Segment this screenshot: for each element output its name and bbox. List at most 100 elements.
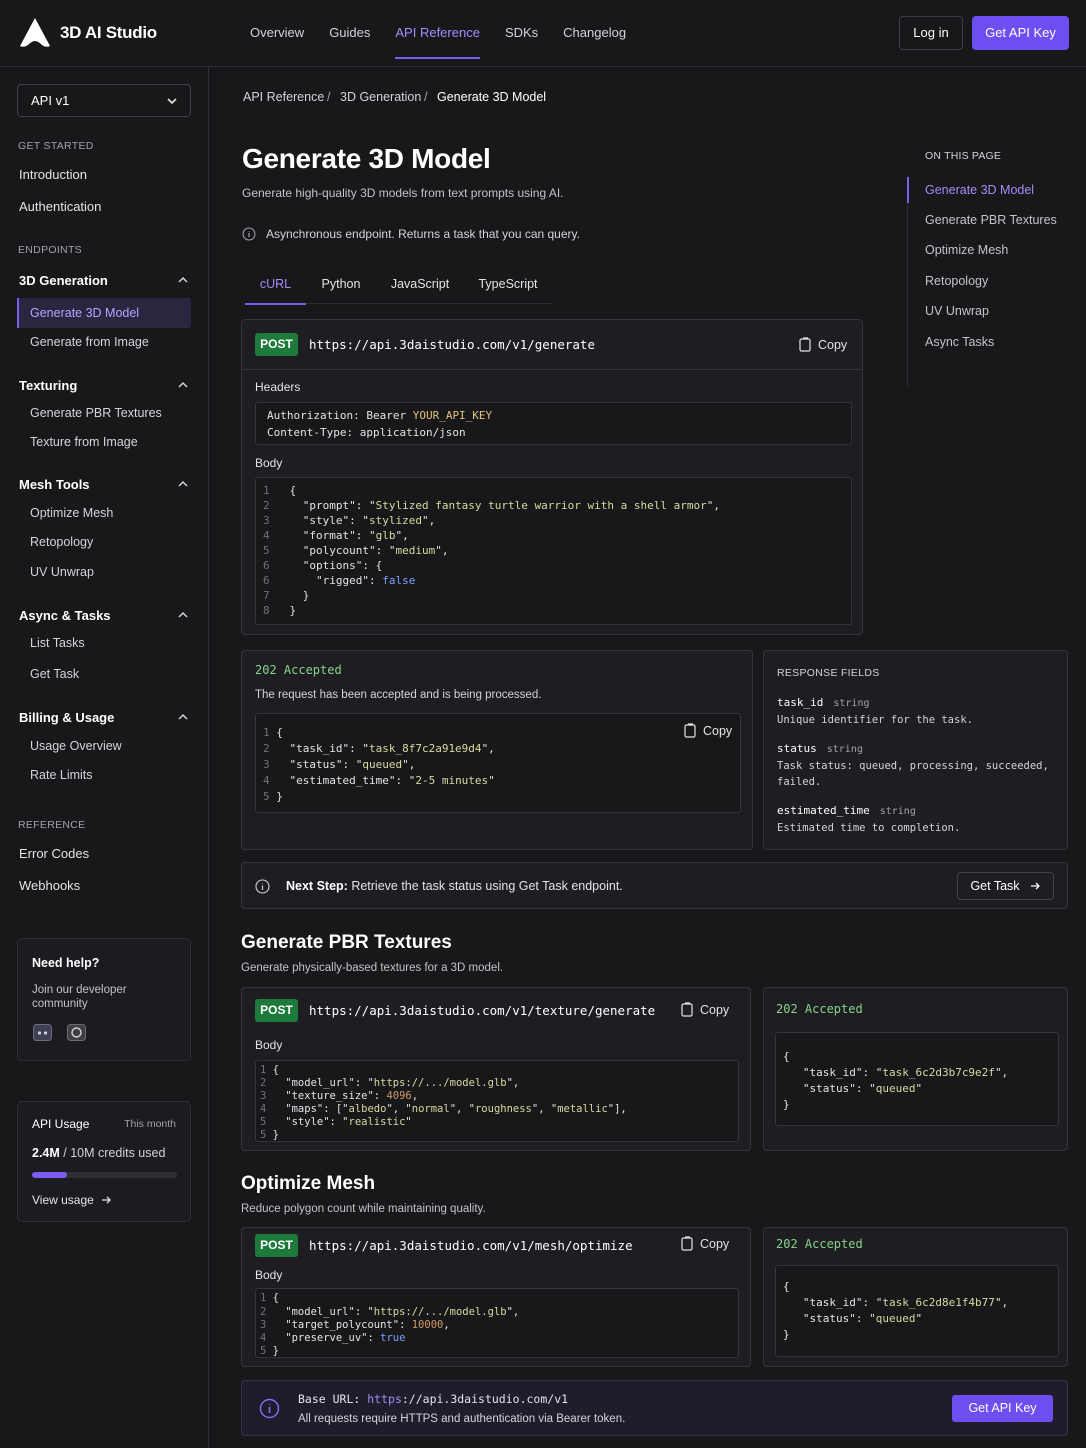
code-line: 5 } [263, 790, 283, 803]
nav-sdks[interactable]: SDKs [505, 0, 538, 67]
nav-guides[interactable]: Guides [329, 0, 370, 67]
tab-python[interactable]: Python [306, 264, 376, 304]
code-line: 4 "format": "glb", [263, 529, 409, 542]
sidebar-item-generate-from-image[interactable]: Generate from Image [30, 335, 149, 349]
copy-label: Copy [818, 337, 848, 352]
toc-item-retopology[interactable]: Retopology [925, 274, 988, 288]
code-line: 1 { [260, 1064, 279, 1076]
code-line: 5 "polycount": "medium", [263, 544, 449, 557]
group-label: Texturing [19, 378, 78, 393]
headers-label: Headers [255, 380, 301, 394]
info-icon [259, 1398, 280, 1419]
texture-size-value: 4096 [386, 1090, 412, 1102]
code-line: "task_id": "task_6c2d8e1f4b77", [783, 1296, 1009, 1309]
preserve-uv-value: true [380, 1332, 406, 1344]
field-name: status [777, 742, 817, 755]
sidebar-item-get-task[interactable]: Get Task [30, 667, 79, 681]
login-button[interactable]: Log in [899, 16, 963, 50]
sidebar-item-retopology[interactable]: Retopology [30, 535, 93, 549]
response-fields-title: RESPONSE FIELDS [777, 667, 880, 679]
sidebar-group-3d-generation[interactable]: 3D Generation [19, 273, 191, 288]
field-status: status string Task status: queued, proces… [777, 741, 1062, 790]
request-url: https://api.3daistudio.com/v1/generate [309, 337, 595, 352]
tab-curl[interactable]: cURL [245, 264, 306, 305]
polycount-value: medium [395, 544, 436, 557]
nav-changelog[interactable]: Changelog [563, 0, 626, 67]
tab-typescript[interactable]: TypeScript [464, 264, 552, 304]
response-message: The request has been accepted and is bei… [255, 689, 542, 701]
sidebar-group-mesh-tools[interactable]: Mesh Tools [19, 477, 191, 492]
header-authorization: Authorization: Bearer YOUR_API_KEY [267, 409, 492, 422]
body-label: Body [255, 1268, 283, 1282]
body-label: Body [255, 456, 283, 470]
get-api-key-button[interactable]: Get API Key [972, 16, 1069, 50]
copy-button[interactable]: Copy [684, 723, 732, 738]
code-line: } [783, 1328, 790, 1341]
sidebar-item-introduction[interactable]: Introduction [19, 167, 87, 182]
code-line: 3 "status": "queued", [263, 758, 416, 771]
tab-javascript[interactable]: JavaScript [376, 264, 464, 304]
sidebar-item-list-tasks[interactable]: List Tasks [30, 636, 85, 650]
toc-rail [907, 176, 908, 386]
response-panel: 202 Accepted The request has been accept… [241, 650, 753, 850]
breadcrumb-separator: / [424, 90, 428, 104]
code-line: "task_id": "task_6c2d3b7c9e2f", [783, 1066, 1009, 1079]
map-value: normal [411, 1103, 450, 1115]
sidebar-item-generate-3d-model[interactable]: Generate 3D Model [17, 298, 191, 328]
base-url-value[interactable]: https://api.3daistudio.com/v1 [367, 1392, 568, 1406]
logo-icon [20, 18, 50, 47]
usage-title: API Usage [32, 1117, 90, 1131]
style-value: realistic [348, 1116, 406, 1128]
copy-button[interactable]: Copy [799, 337, 847, 352]
toc-active-indicator [907, 177, 909, 203]
toc-item-optimize-mesh[interactable]: Optimize Mesh [925, 243, 1008, 257]
sidebar-group-billing-usage[interactable]: Billing & Usage [19, 710, 191, 725]
base-url-line: Base URL: https://api.3daistudio.com/v1 [298, 1392, 568, 1406]
version-select[interactable]: API v1 [17, 84, 191, 117]
sidebar-item-authentication[interactable]: Authentication [19, 199, 101, 214]
sidebar-item-optimize-mesh[interactable]: Optimize Mesh [30, 506, 113, 520]
pbr-response-status: 202 Accepted [776, 1002, 863, 1016]
optimize-title: Optimize Mesh [241, 1173, 376, 1194]
copy-button[interactable]: Copy [681, 1002, 729, 1017]
code-line: "status": "queued" [783, 1082, 923, 1095]
nav-overview[interactable]: Overview [250, 0, 304, 67]
toc-item-async-tasks[interactable]: Async Tasks [925, 335, 994, 349]
chevron-down-icon [167, 98, 177, 105]
view-usage-link[interactable]: View usage [32, 1193, 112, 1207]
toc-item-generate-pbr-textures[interactable]: Generate PBR Textures [925, 213, 1057, 227]
sidebar-item-texture-from-image[interactable]: Texture from Image [30, 435, 138, 449]
github-icon[interactable] [67, 1024, 86, 1041]
brand-logo[interactable]: 3D AI Studio [18, 16, 157, 50]
copy-icon [681, 1236, 693, 1251]
get-api-key-button[interactable]: Get API Key [952, 1395, 1053, 1422]
sidebar-item-usage-overview[interactable]: Usage Overview [30, 739, 122, 753]
sidebar-item-error-codes[interactable]: Error Codes [19, 846, 89, 861]
field-desc: Task status: queued, processing, succeed… [777, 760, 1049, 788]
sidebar-group-async-tasks[interactable]: Async & Tasks [19, 608, 191, 623]
sidebar-item-uv-unwrap[interactable]: UV Unwrap [30, 565, 94, 579]
copy-label: Copy [700, 1002, 730, 1017]
body-code: 1 { 2 "prompt": "Stylized fantasy turtle… [255, 477, 852, 625]
sidebar-item-generate-pbr-textures[interactable]: Generate PBR Textures [30, 406, 162, 420]
breadcrumb-api-reference[interactable]: API Reference [243, 90, 324, 104]
breadcrumb-3d-generation[interactable]: 3D Generation [340, 90, 421, 104]
get-task-button[interactable]: Get Task [957, 872, 1054, 900]
view-usage-label: View usage [32, 1193, 94, 1207]
toc-item-uv-unwrap[interactable]: UV Unwrap [925, 304, 989, 318]
sidebar-item-rate-limits[interactable]: Rate Limits [30, 768, 93, 782]
nav-api-reference[interactable]: API Reference [395, 0, 480, 67]
toc-item-generate-3d-model[interactable]: Generate 3D Model [925, 183, 1034, 197]
discord-icon[interactable] [33, 1024, 52, 1041]
arrow-right-icon [1030, 882, 1040, 890]
code-line: 2 "model_url": "https://.../model.glb", [260, 1077, 520, 1089]
sidebar-item-webhooks[interactable]: Webhooks [19, 878, 80, 893]
section-heading-get-started: GET STARTED [18, 140, 94, 152]
code-line: 4 "maps": ["albedo", "normal", "roughnes… [260, 1103, 627, 1115]
copy-button[interactable]: Copy [681, 1236, 729, 1251]
optimize-response-status: 202 Accepted [776, 1237, 863, 1251]
code-line: 2 "model_url": "https://.../model.glb", [260, 1306, 520, 1318]
code-line: 7 } [263, 589, 310, 602]
sidebar-group-texturing[interactable]: Texturing [19, 378, 191, 393]
status-value: queued [362, 758, 403, 771]
